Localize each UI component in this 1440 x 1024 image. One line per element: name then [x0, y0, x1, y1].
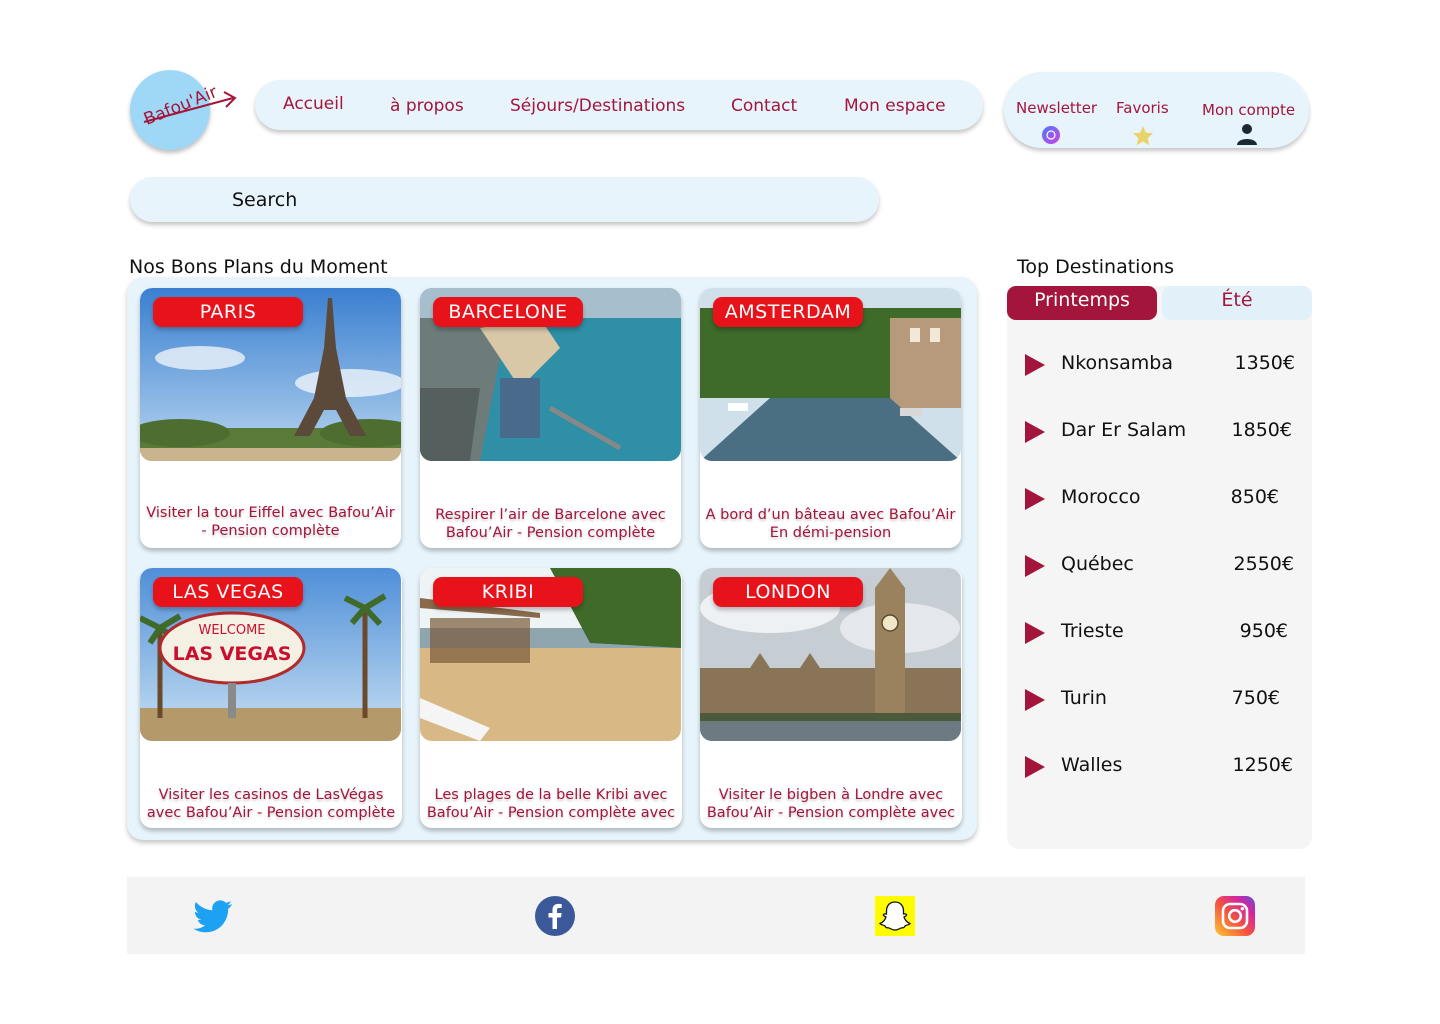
facebook-icon[interactable] — [535, 896, 575, 936]
main-nav: Accueil à propos Séjours/Destinations Co… — [255, 80, 983, 130]
search-bar — [130, 177, 879, 222]
destination-row[interactable]: Morocco 850€ — [1007, 484, 1312, 514]
destination-row[interactable]: Turin 750€ — [1007, 685, 1312, 715]
snapchat-icon[interactable] — [875, 896, 915, 936]
tab-ete[interactable]: Été — [1162, 286, 1312, 320]
play-icon — [1025, 555, 1045, 577]
destination-row[interactable]: Nkonsamba 1350€ — [1007, 350, 1312, 380]
play-icon — [1025, 421, 1045, 443]
destination-name: Turin — [1061, 687, 1107, 709]
destination-price: 1350€ — [1234, 352, 1295, 374]
destination-price: 1850€ — [1231, 419, 1292, 441]
deal-card-paris[interactable]: PARIS Visiter la tour Eiffel avec Bafou’… — [140, 288, 401, 548]
city-badge: BARCELONE — [433, 297, 583, 327]
city-badge: KRIBI — [433, 577, 583, 607]
deal-description: Visiter les casinos de LasVégas avec Baf… — [146, 787, 396, 821]
newsletter-link[interactable]: Newsletter — [1016, 99, 1097, 117]
destination-name: Walles — [1061, 754, 1123, 776]
city-badge: AMSTERDAM — [713, 297, 863, 327]
destination-price: 950€ — [1239, 620, 1288, 642]
newsletter-icon[interactable] — [1041, 125, 1061, 145]
city-badge: PARIS — [153, 297, 303, 327]
deals-panel: PARIS Visiter la tour Eiffel avec Bafou’… — [127, 277, 977, 840]
destination-row[interactable]: Walles 1250€ — [1007, 752, 1312, 782]
destination-name: Dar Er Salam — [1061, 419, 1187, 441]
deal-card-barcelone[interactable]: BARCELONE Respirer l’air de Barcelone av… — [420, 288, 681, 548]
nav-accueil[interactable]: Accueil — [283, 94, 344, 114]
deal-description: Les plages de la belle Kribi avec Bafou’… — [426, 787, 676, 821]
destination-price: 750€ — [1231, 687, 1280, 709]
deal-card-las-vegas[interactable]: WELCOME LAS VEGAS LAS VEGAS Visiter les … — [140, 568, 402, 828]
top-destinations-panel: Printemps Été Nkonsamba 1350€ Dar Er Sal… — [1007, 286, 1312, 849]
nav-contact[interactable]: Contact — [731, 96, 797, 116]
destination-name: Trieste — [1061, 620, 1124, 642]
play-icon — [1025, 354, 1045, 376]
svg-text:LAS VEGAS: LAS VEGAS — [173, 643, 292, 665]
destination-name: Québec — [1061, 553, 1134, 575]
instagram-icon[interactable] — [1215, 896, 1255, 936]
destination-name: Morocco — [1061, 486, 1141, 508]
play-icon — [1025, 488, 1045, 510]
deal-card-london[interactable]: LONDON Visiter le bigben à Londre avec B… — [700, 568, 962, 828]
play-icon — [1025, 622, 1045, 644]
deal-description: A bord d’un bâteau avec Bafou’Air En dém… — [705, 507, 956, 541]
svg-text:WELCOME: WELCOME — [198, 623, 265, 638]
destination-row[interactable]: Trieste 950€ — [1007, 618, 1312, 648]
deal-description: Respirer l’air de Barcelone avec Bafou’A… — [435, 507, 666, 541]
deal-description: Visiter le bigben à Londre avec Bafou’Ai… — [706, 787, 956, 821]
destination-row[interactable]: Dar Er Salam 1850€ — [1007, 417, 1312, 447]
tab-printemps[interactable]: Printemps — [1007, 286, 1157, 320]
twitter-icon[interactable] — [194, 896, 234, 936]
star-icon[interactable] — [1132, 125, 1154, 146]
city-badge: LAS VEGAS — [153, 577, 303, 607]
mon-compte-link[interactable]: Mon compte — [1202, 101, 1295, 119]
destination-price: 2550€ — [1233, 553, 1294, 575]
destination-price: 850€ — [1230, 486, 1279, 508]
play-icon — [1025, 756, 1045, 778]
deal-card-amsterdam[interactable]: AMSTERDAM A bord d’un bâteau avec Bafou’… — [700, 288, 961, 548]
nav-a-propos[interactable]: à propos — [390, 96, 464, 116]
brand-logo[interactable]: Bafou'Air — [130, 70, 237, 150]
footer — [127, 877, 1305, 954]
deals-title: Nos Bons Plans du Moment — [129, 256, 388, 278]
nav-sejours-destinations[interactable]: Séjours/Destinations — [510, 96, 685, 116]
search-input[interactable] — [230, 183, 834, 217]
city-badge: LONDON — [713, 577, 863, 607]
deal-card-kribi[interactable]: KRIBI Les plages de la belle Kribi avec … — [420, 568, 682, 828]
account-nav: Newsletter Favoris Mon compte — [1004, 72, 1309, 148]
user-icon[interactable] — [1236, 123, 1258, 145]
play-icon — [1025, 689, 1045, 711]
destination-row[interactable]: Québec 2550€ — [1007, 551, 1312, 581]
destination-name: Nkonsamba — [1061, 352, 1173, 374]
favoris-link[interactable]: Favoris — [1116, 99, 1169, 117]
top-destinations-title: Top Destinations — [1017, 256, 1175, 278]
destination-price: 1250€ — [1232, 754, 1293, 776]
nav-mon-espace[interactable]: Mon espace — [844, 96, 946, 116]
deal-description: Visiter la tour Eiffel avec Bafou’Air - … — [146, 505, 395, 539]
